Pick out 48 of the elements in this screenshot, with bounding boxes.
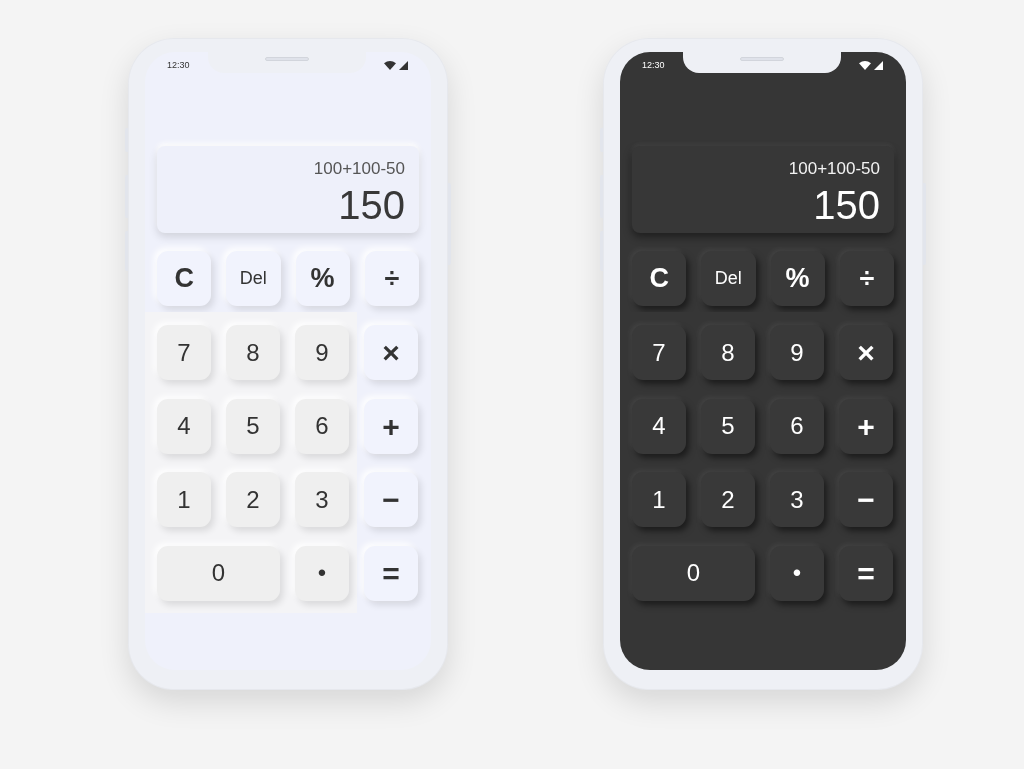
expression-text: 100+100-50	[313, 159, 405, 179]
digit-key[interactable]: 5	[226, 398, 280, 454]
digit-key[interactable]: 4	[632, 398, 686, 454]
status-time: 12:30	[642, 60, 666, 71]
expression-text: 100+100-50	[788, 159, 880, 179]
digit-key[interactable]: 5	[701, 398, 755, 454]
digit-key[interactable]: 7	[632, 325, 686, 380]
digit-key[interactable]: 2	[226, 472, 280, 527]
function-key[interactable]: %	[295, 251, 350, 306]
digit-key[interactable]: 0	[157, 545, 280, 601]
operator-key[interactable]: +	[839, 398, 893, 454]
digit-key[interactable]: 0	[632, 545, 755, 601]
digit-key[interactable]: •	[295, 545, 349, 601]
digit-key[interactable]: 2	[701, 472, 755, 527]
digit-key[interactable]: 1	[157, 472, 211, 527]
function-key[interactable]: ÷	[364, 251, 419, 306]
function-key[interactable]: C	[157, 251, 212, 306]
digit-key[interactable]: 8	[701, 325, 755, 380]
signal-icon	[399, 61, 408, 70]
digit-key[interactable]: 8	[226, 325, 280, 380]
result-text: 150	[813, 184, 880, 226]
function-key[interactable]: C	[632, 251, 687, 306]
digit-key[interactable]: 6	[770, 398, 824, 454]
digit-key[interactable]: 9	[770, 325, 824, 380]
operator-key[interactable]: +	[364, 398, 418, 454]
digit-key[interactable]: 9	[295, 325, 349, 380]
result-text: 150	[338, 184, 405, 226]
digit-key[interactable]: 3	[295, 472, 349, 527]
status-time: 12:30	[167, 60, 191, 71]
function-key[interactable]: Del	[701, 251, 756, 306]
digit-key[interactable]: 6	[295, 398, 349, 454]
digit-key[interactable]: 3	[770, 472, 824, 527]
wifi-icon	[859, 61, 871, 70]
operator-key[interactable]: −	[364, 472, 418, 527]
function-key[interactable]: %	[770, 251, 825, 306]
digit-key[interactable]: 7	[157, 325, 211, 380]
operator-key[interactable]: =	[839, 545, 893, 601]
operator-key[interactable]: ×	[364, 325, 418, 380]
digit-key[interactable]: •	[770, 545, 824, 601]
digit-key[interactable]: 4	[157, 398, 211, 454]
function-key[interactable]: Del	[226, 251, 281, 306]
operator-key[interactable]: −	[839, 472, 893, 527]
digit-key[interactable]: 1	[632, 472, 686, 527]
wifi-icon	[384, 61, 396, 70]
signal-icon	[874, 61, 883, 70]
operator-key[interactable]: ×	[839, 325, 893, 380]
operator-key[interactable]: =	[364, 545, 418, 601]
function-key[interactable]: ÷	[839, 251, 894, 306]
